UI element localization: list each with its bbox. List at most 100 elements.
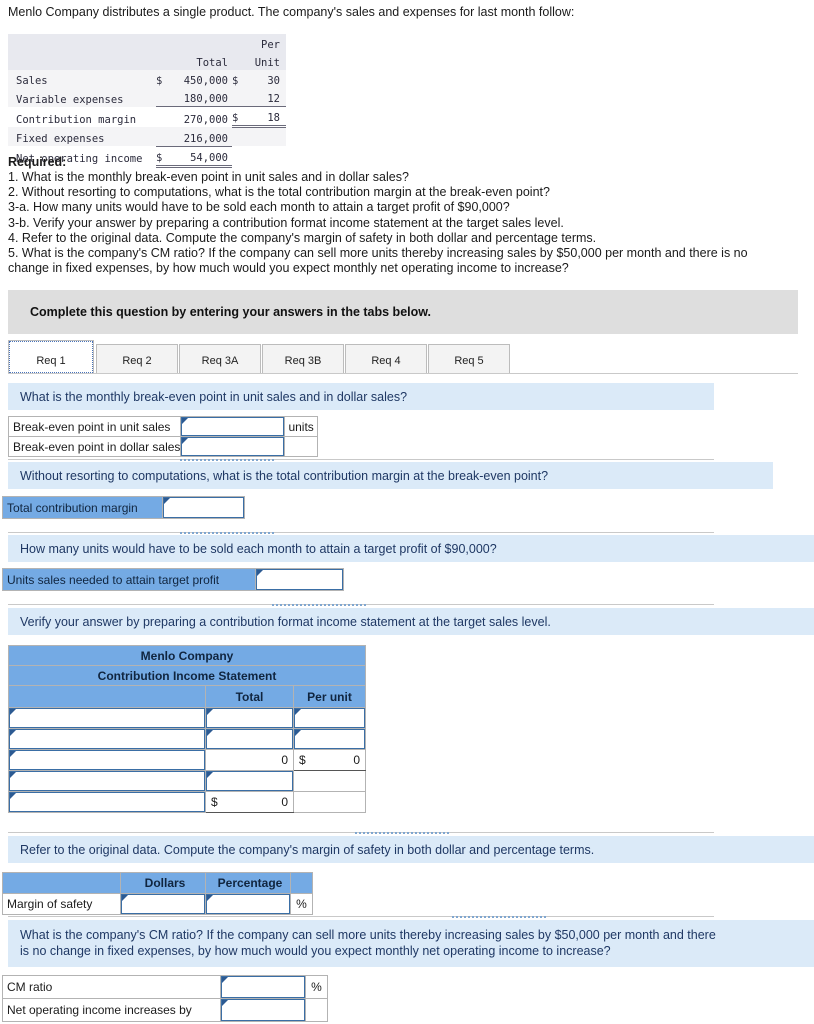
total-amount: 54,000 — [190, 151, 228, 164]
statement-unit-cell[interactable] — [293, 728, 366, 750]
statement-total-input[interactable] — [206, 771, 293, 791]
statement-row — [8, 770, 366, 792]
question-banner-req4: Refer to the original data. Compute the … — [8, 836, 814, 863]
target-profit-cell[interactable] — [255, 568, 344, 591]
intro-text: Menlo Company distributes a single produ… — [8, 5, 575, 19]
statement-company-row: Menlo Company — [8, 645, 366, 666]
mos-col-suffix-blank — [290, 872, 313, 894]
required-list: 1. What is the monthly break-even point … — [8, 170, 798, 276]
unit-symbol: $ — [232, 75, 239, 87]
data-header-perunit-line1: Per — [261, 39, 280, 51]
statement-desc-cell[interactable] — [8, 728, 206, 750]
unit-amount: 0 — [353, 753, 360, 767]
tab-req-3a[interactable]: Req 3A — [179, 344, 261, 374]
question-text: Without resorting to computations, what … — [20, 468, 549, 483]
statement-row — [8, 707, 366, 729]
total-amount: 180,000 — [183, 93, 228, 105]
data-row-fixed-expenses: Fixed expenses 216,000 — [8, 126, 286, 147]
statement-title-row: Contribution Income Statement — [8, 665, 366, 686]
row-label: CM ratio — [2, 975, 221, 999]
breakeven-dollars-input[interactable] — [181, 437, 285, 456]
table-row: Break-even point in unit sales units — [7, 416, 318, 437]
statement-row: $0 — [8, 791, 366, 813]
total-amount: 0 — [281, 795, 288, 809]
data-row-total: $54,000 — [156, 146, 232, 168]
statement-desc-cell[interactable] — [8, 791, 206, 813]
total-cm-cell[interactable] — [162, 496, 245, 519]
statement-total-cell[interactable] — [205, 707, 294, 729]
instruction-banner-text: Complete this question by entering your … — [30, 305, 431, 319]
mos-col-blank — [2, 872, 121, 894]
statement-col-per-unit: Per unit — [293, 685, 366, 708]
contribution-income-statement: Menlo Company Contribution Income Statem… — [8, 645, 366, 813]
unit-symbol: $ — [232, 112, 239, 124]
table-row: Margin of safety % — [2, 893, 313, 915]
data-row-variable-expenses: Variable expenses 180,000 12 — [8, 88, 286, 107]
data-row-label: Contribution margin — [16, 113, 137, 126]
tab-bar: Req 1 Req 2 Req 3A Req 3B Req 4 Req 5 — [8, 340, 798, 374]
statement-desc-cell[interactable] — [8, 749, 206, 771]
data-row-total: $450,000 — [156, 70, 232, 88]
statement-total-cell[interactable] — [205, 770, 294, 792]
mos-dollars-cell[interactable] — [120, 893, 206, 915]
breakeven-units-input[interactable] — [181, 417, 285, 436]
statement-desc-input[interactable] — [9, 708, 205, 728]
mos-percentage-input[interactable] — [206, 894, 290, 914]
data-header-total-top — [156, 34, 232, 52]
data-row-total: 180,000 — [156, 88, 232, 107]
tab-req-1[interactable]: Req 1 — [8, 340, 94, 374]
statement-desc-cell[interactable] — [8, 707, 206, 729]
question-text-line1: What is the company's CM ratio? If the c… — [20, 928, 716, 942]
statement-unit-cell[interactable] — [293, 707, 366, 729]
table-row: Total contribution margin — [2, 496, 245, 519]
cm-ratio-input[interactable] — [221, 976, 305, 998]
data-row-unit: $30 — [232, 70, 286, 88]
cm-ratio-cell[interactable] — [220, 975, 306, 999]
mos-col-dollars: Dollars — [120, 872, 206, 894]
question-banner-req5: What is the company's CM ratio? If the c… — [8, 920, 814, 967]
table-row: Break-even point in dollar sales — [7, 436, 318, 457]
total-cm-input[interactable] — [163, 497, 244, 518]
statement-desc-input[interactable] — [9, 729, 205, 749]
tab-req-5[interactable]: Req 5 — [428, 344, 510, 374]
noi-increase-cell[interactable] — [220, 998, 306, 1022]
mos-percentage-cell[interactable] — [205, 893, 291, 915]
breakeven-units-cell[interactable] — [180, 416, 286, 437]
data-row-unit — [232, 146, 286, 166]
tab-req-4[interactable]: Req 4 — [345, 344, 427, 374]
target-profit-input[interactable] — [256, 569, 343, 590]
statement-total-cell[interactable] — [205, 728, 294, 750]
data-row-sales: Sales $450,000 $30 — [8, 70, 286, 88]
statement-desc-input[interactable] — [9, 750, 205, 770]
total-symbol: $ — [156, 151, 163, 164]
statement-total-input[interactable] — [206, 708, 293, 728]
breakeven-dollars-cell[interactable] — [180, 436, 286, 457]
statement-unit-input[interactable] — [294, 708, 365, 728]
tab-req-2[interactable]: Req 2 — [96, 344, 178, 374]
question-page: Menlo Company distributes a single produ… — [0, 0, 814, 1024]
tab-req-3b[interactable]: Req 3B — [262, 344, 344, 374]
question-text: What is the monthly break-even point in … — [20, 389, 408, 404]
mos-dollars-input[interactable] — [121, 894, 205, 914]
total-symbol: $ — [211, 795, 218, 809]
statement-desc-input[interactable] — [9, 771, 205, 791]
statement-col-blank — [8, 685, 206, 708]
question-text: Verify your answer by preparing a contri… — [20, 614, 551, 629]
statement-total-value: 0 — [205, 749, 294, 771]
total-amount: 216,000 — [183, 132, 228, 145]
target-profit-answer-table: Units sales needed to attain target prof… — [2, 568, 344, 591]
data-row-label: Fixed expenses — [16, 133, 105, 145]
statement-unit-input[interactable] — [294, 729, 365, 749]
question-text-line2: is no change in fixed expenses, by how m… — [20, 944, 611, 958]
statement-desc-input[interactable] — [9, 792, 205, 812]
noi-increase-input[interactable] — [221, 999, 305, 1021]
statement-total-input[interactable] — [206, 729, 293, 749]
total-amount: 0 — [281, 753, 288, 767]
statement-title: Contribution Income Statement — [8, 665, 366, 686]
data-row-total: 270,000 — [156, 107, 232, 127]
tab-label: Req 2 — [122, 355, 152, 367]
tab-underline — [8, 373, 798, 374]
table-row: Units sales needed to attain target prof… — [2, 568, 344, 591]
statement-desc-cell[interactable] — [8, 770, 206, 792]
row-suffix: % — [290, 893, 313, 915]
